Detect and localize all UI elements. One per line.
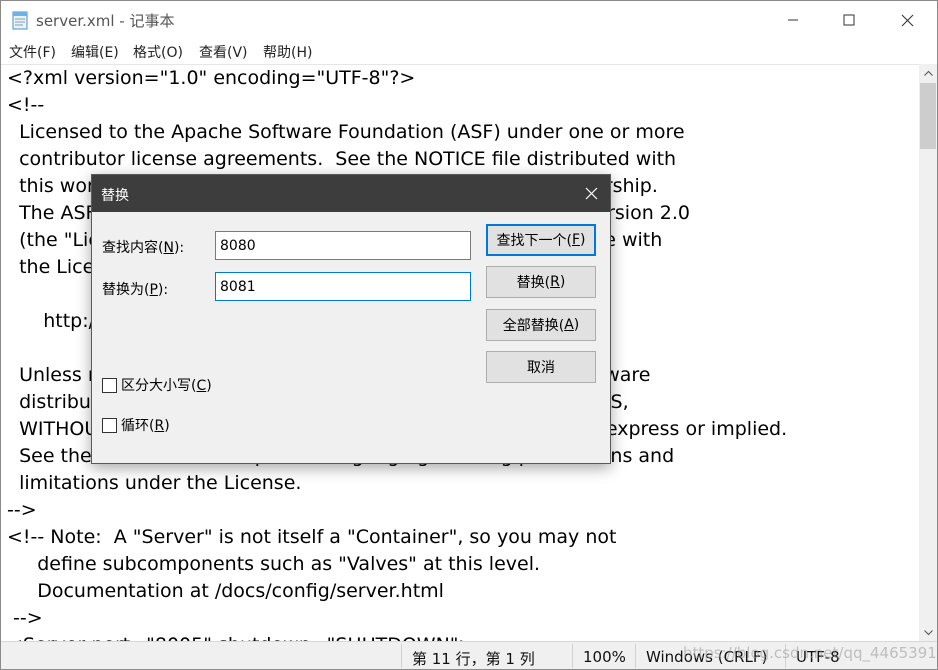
- checkbox-box[interactable]: [102, 417, 117, 433]
- replace-all-button[interactable]: 全部替换(A): [486, 309, 596, 341]
- status-divider: [635, 644, 636, 668]
- maximize-button[interactable]: [826, 1, 872, 39]
- match-case-checkbox[interactable]: 区分大小写(C): [102, 375, 212, 395]
- cursor-position: 第 11 行，第 1 列: [412, 650, 535, 668]
- replace-label: 替换为(P):: [102, 282, 169, 298]
- dialog-title: 替换: [101, 188, 129, 204]
- window-title: server.xml - 记事本: [36, 12, 175, 30]
- menu-format[interactable]: 格式(O): [133, 42, 183, 62]
- wrap-around-label: 循环(R): [121, 418, 170, 434]
- editor-line: -->: [7, 607, 43, 629]
- replace-dialog: 替换 查找内容(N): 替换为(P): 查找下一个(F) 替换(R) 全部替换(…: [91, 174, 611, 464]
- dialog-title-bar[interactable]: 替换: [92, 175, 610, 212]
- menu-file[interactable]: 文件(F): [9, 42, 56, 62]
- editor-line: define subcomponents such as "Valves" at…: [7, 553, 541, 575]
- notepad-window: server.xml - 记事本 文件(F) 编辑(E) 格式(O) 查看(V)…: [0, 0, 938, 670]
- find-input[interactable]: [215, 231, 471, 260]
- find-label: 查找内容(N):: [102, 240, 185, 256]
- chevron-up-icon: [923, 70, 933, 76]
- editor-line: -->: [7, 499, 37, 521]
- checkbox-box[interactable]: [102, 377, 117, 393]
- scroll-thumb[interactable]: [920, 83, 936, 149]
- replace-button[interactable]: 替换(R): [486, 266, 596, 298]
- close-icon: [901, 14, 913, 26]
- editor-line: <!--: [7, 94, 45, 116]
- minimize-icon: [788, 19, 798, 21]
- menu-bar: 文件(F) 编辑(E) 格式(O) 查看(V) 帮助(H): [1, 39, 937, 64]
- editor-line: <Server port="8005" shutdown="SHUTDOWN">: [7, 632, 787, 641]
- minimize-button[interactable]: [770, 1, 816, 39]
- dialog-close-button[interactable]: [572, 175, 610, 212]
- zoom-level: 100%: [583, 648, 626, 666]
- editor-line: <?xml version="1.0" encoding="UTF-8"?>: [7, 67, 416, 89]
- editor-line: Licensed to the Apache Software Foundati…: [7, 121, 685, 143]
- scroll-down-button[interactable]: [919, 624, 937, 641]
- replace-input[interactable]: [215, 272, 471, 301]
- editor-line: contributor license agreements. See the …: [7, 148, 677, 170]
- close-icon: [585, 187, 597, 200]
- menu-view[interactable]: 查看(V): [199, 42, 248, 62]
- wrap-around-checkbox[interactable]: 循环(R): [102, 415, 170, 435]
- cancel-button[interactable]: 取消: [486, 351, 596, 383]
- status-bar: 第 11 行，第 1 列 100% Windows (CRLF) UTF-8 h…: [1, 641, 938, 669]
- vertical-scrollbar[interactable]: [919, 64, 937, 641]
- watermark: https://blog.csdn.net/qq_44653914: [683, 644, 938, 662]
- maximize-icon: [843, 14, 855, 26]
- menu-help[interactable]: 帮助(H): [263, 42, 312, 62]
- title-bar[interactable]: server.xml - 记事本: [1, 1, 937, 39]
- editor-line: Documentation at /docs/config/server.htm…: [7, 580, 444, 602]
- notepad-icon: [11, 10, 29, 30]
- chevron-down-icon: [923, 629, 933, 635]
- status-divider: [401, 644, 402, 668]
- editor-line: <!-- Note: A "Server" is not itself a "C…: [7, 526, 617, 548]
- scroll-up-button[interactable]: [919, 64, 937, 81]
- editor-line: limitations under the License.: [7, 472, 302, 494]
- find-next-button[interactable]: 查找下一个(F): [486, 224, 596, 256]
- menu-edit[interactable]: 编辑(E): [71, 42, 119, 62]
- close-button[interactable]: [884, 1, 930, 39]
- status-divider: [572, 644, 573, 668]
- match-case-label: 区分大小写(C): [121, 378, 212, 394]
